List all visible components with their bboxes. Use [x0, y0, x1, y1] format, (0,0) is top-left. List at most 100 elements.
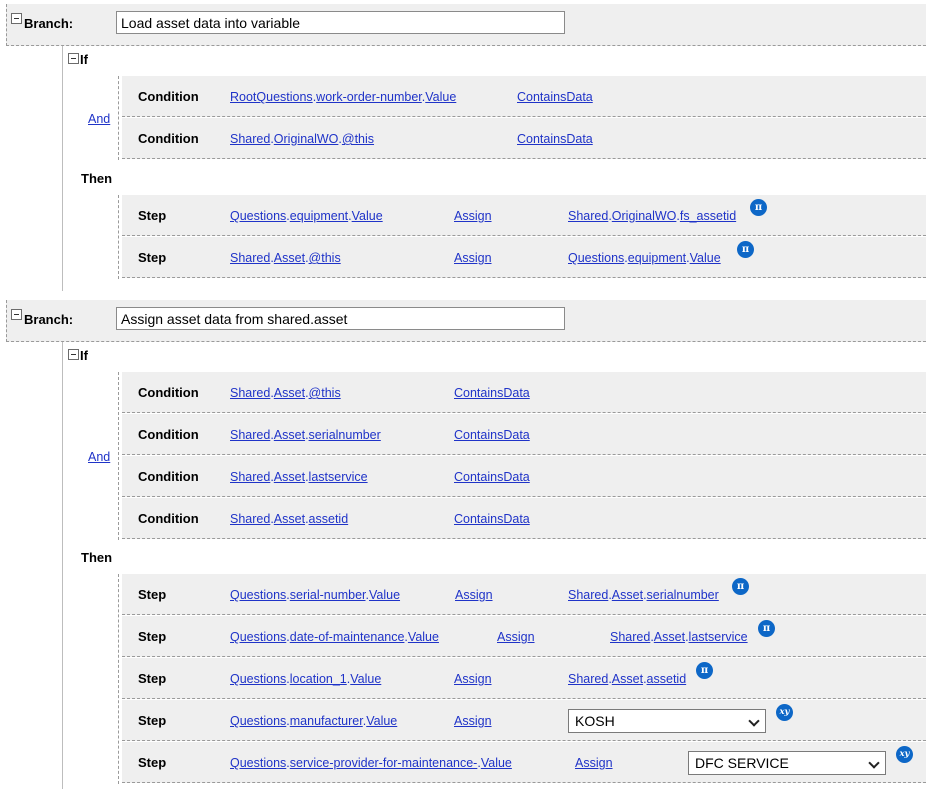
step-target-link-segment[interactable]: serial-number — [290, 588, 366, 602]
condition-path-link-segment[interactable]: Shared — [230, 512, 270, 526]
assign-link[interactable]: Assign — [454, 251, 492, 265]
step-source-link-segment[interactable]: lastservice — [689, 630, 748, 644]
value-select[interactable]: DFC SERVICE — [688, 751, 886, 775]
step-target-link-segment[interactable]: service-provider-for-maintenance- — [290, 756, 478, 770]
step-target-link-segment[interactable]: Value — [408, 630, 439, 644]
step-row: Step Questions.manufacturer.Value Assign KO… — [122, 700, 926, 741]
step-target-link-segment[interactable]: Shared — [230, 251, 270, 265]
step-source-link-segment[interactable]: Shared — [568, 672, 608, 686]
condition-path-link-segment[interactable]: @this — [342, 132, 374, 146]
and-operator-link[interactable]: And — [88, 112, 110, 126]
step-target-link: Questions.serial-number.Value — [230, 588, 400, 602]
step-source-link-segment[interactable]: serialnumber — [647, 588, 719, 602]
step-target-link-segment[interactable]: manufacturer — [290, 714, 363, 728]
if-collapse-toggle-icon[interactable] — [68, 53, 79, 64]
step-target-link-segment[interactable]: Questions — [230, 672, 286, 686]
assign-link[interactable]: Assign — [455, 588, 493, 602]
step-source-link-segment[interactable]: Asset — [612, 672, 643, 686]
pi-icon[interactable]: π — [750, 199, 767, 216]
branch-name-input[interactable] — [116, 307, 565, 330]
xy-icon[interactable]: xy — [896, 746, 913, 763]
assign-link[interactable]: Assign — [454, 209, 492, 223]
step-action: Assign — [454, 251, 492, 265]
contains-data-link[interactable]: ContainsData — [454, 470, 530, 484]
then-label: Then — [81, 171, 113, 186]
if-label: If — [80, 52, 88, 67]
step-target-link-segment[interactable]: Questions — [230, 714, 286, 728]
condition-test-link: ContainsData — [454, 428, 530, 442]
step-row: Step Questions.equipment.Value Assign Share… — [122, 195, 926, 236]
condition-path-link-segment[interactable]: Asset — [274, 512, 305, 526]
pi-icon[interactable]: π — [696, 662, 713, 679]
xy-icon[interactable]: xy — [776, 704, 793, 721]
condition-path-link-segment[interactable]: Shared — [230, 386, 270, 400]
condition-path-link-segment[interactable]: Value — [425, 90, 456, 104]
step-source-link-segment[interactable]: equipment — [628, 251, 686, 265]
condition-path-link-segment[interactable]: serialnumber — [309, 428, 381, 442]
assign-link[interactable]: Assign — [497, 630, 535, 644]
condition-path-link-segment[interactable]: assetid — [309, 512, 349, 526]
step-source-link-segment[interactable]: Questions — [568, 251, 624, 265]
step-target-link-segment[interactable]: Questions — [230, 209, 286, 223]
contains-data-link[interactable]: ContainsData — [454, 428, 530, 442]
condition-path-link-segment[interactable]: work-order-number — [316, 90, 422, 104]
condition-path-link-segment[interactable]: Shared — [230, 132, 270, 146]
contains-data-link[interactable]: ContainsData — [517, 90, 593, 104]
step-source-link-segment[interactable]: Asset — [612, 588, 643, 602]
condition-path-link-segment[interactable]: lastservice — [309, 470, 368, 484]
step-source-link-segment[interactable]: Value — [690, 251, 721, 265]
step-target-link-segment[interactable]: Value — [369, 588, 400, 602]
step-source-link: Shared.OriginalWO.fs_assetid — [568, 209, 736, 223]
step-label: Step — [138, 208, 167, 223]
pi-icon[interactable]: π — [758, 620, 775, 637]
condition-label: Condition — [138, 427, 199, 442]
step-source-link-segment[interactable]: Shared — [568, 209, 608, 223]
condition-path-link-segment[interactable]: Asset — [274, 470, 305, 484]
step-source-link-segment[interactable]: OriginalWO — [612, 209, 677, 223]
contains-data-link[interactable]: ContainsData — [454, 386, 530, 400]
value-select-text: KOSH — [575, 713, 615, 729]
condition-path-link-segment[interactable]: @this — [309, 386, 341, 400]
step-target-link-segment[interactable]: Value — [350, 672, 381, 686]
step-target-link-segment[interactable]: equipment — [290, 209, 348, 223]
step-target-link-segment[interactable]: location_1 — [290, 672, 347, 686]
assign-link[interactable]: Assign — [454, 714, 492, 728]
collapse-toggle-icon[interactable] — [11, 309, 22, 320]
step-source-link-segment[interactable]: fs_assetid — [680, 209, 736, 223]
condition-path-link-segment[interactable]: Shared — [230, 428, 270, 442]
contains-data-link[interactable]: ContainsData — [454, 512, 530, 526]
step-target-link-segment[interactable]: @this — [309, 251, 341, 265]
step-row: Step Questions.service-provider-for-maint… — [122, 742, 926, 783]
step-target-link-segment[interactable]: date-of-maintenance — [290, 630, 405, 644]
pi-icon[interactable]: π — [732, 578, 749, 595]
step-target-link-segment[interactable]: Value — [352, 209, 383, 223]
pi-icon[interactable]: π — [737, 241, 754, 258]
step-target-link-segment[interactable]: Questions — [230, 630, 286, 644]
and-operator-link[interactable]: And — [88, 450, 110, 464]
step-source-link-segment[interactable]: Shared — [568, 588, 608, 602]
if-collapse-toggle-icon[interactable] — [68, 349, 79, 360]
step-source-link: Shared.Asset.lastservice — [610, 630, 748, 644]
step-target-link-segment[interactable]: Questions — [230, 588, 286, 602]
branch-name-input[interactable] — [116, 11, 565, 34]
assign-link[interactable]: Assign — [454, 672, 492, 686]
assign-link[interactable]: Assign — [575, 756, 613, 770]
condition-path-link-segment[interactable]: Asset — [274, 386, 305, 400]
step-target-link-segment[interactable]: Value — [366, 714, 397, 728]
contains-data-link[interactable]: ContainsData — [517, 132, 593, 146]
step-source-link-segment[interactable]: Asset — [654, 630, 685, 644]
condition-test-link: ContainsData — [454, 386, 530, 400]
value-select[interactable]: KOSH — [568, 709, 766, 733]
condition-path-link-segment[interactable]: Asset — [274, 428, 305, 442]
step-target-link-segment[interactable]: Value — [481, 756, 512, 770]
condition-path-link-segment[interactable]: RootQuestions — [230, 90, 313, 104]
step-source-link-segment[interactable]: Shared — [610, 630, 650, 644]
step-source-link-segment[interactable]: assetid — [647, 672, 687, 686]
collapse-toggle-icon[interactable] — [11, 13, 22, 24]
step-target-link-segment[interactable]: Questions — [230, 756, 286, 770]
condition-path-link-segment[interactable]: Shared — [230, 470, 270, 484]
condition-path-link-segment[interactable]: OriginalWO — [274, 132, 339, 146]
condition-label: Condition — [138, 89, 199, 104]
step-target-link-segment[interactable]: Asset — [274, 251, 305, 265]
step-row: Step Questions.date-of-maintenance.Value A… — [122, 616, 926, 657]
